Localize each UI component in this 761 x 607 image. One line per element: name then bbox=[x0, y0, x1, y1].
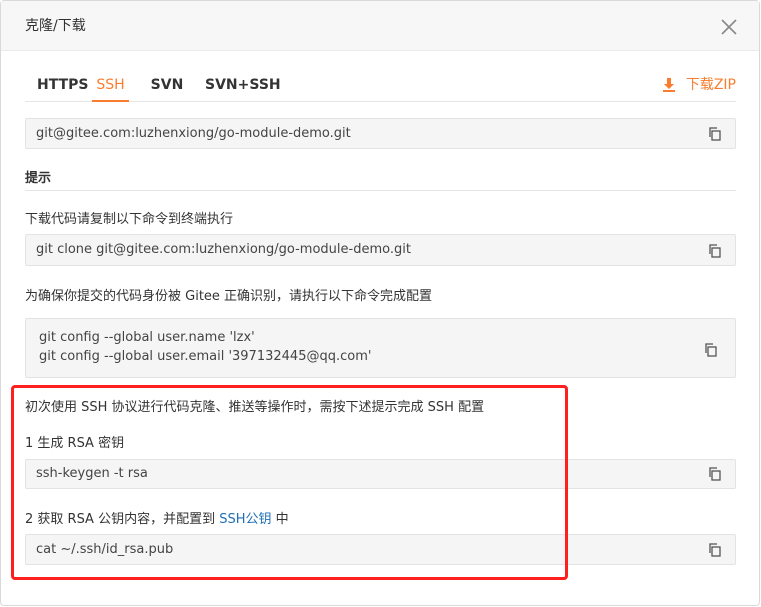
tab-ssh[interactable]: SSH bbox=[92, 71, 129, 102]
step2-label: 2 获取 RSA 公钥内容，并配置到 SSH公钥 中 bbox=[25, 508, 289, 527]
config-line-1: git config --global user.name 'lzx' bbox=[39, 330, 255, 345]
step2-label-suffix: 中 bbox=[275, 512, 289, 527]
tab-https[interactable]: HTTPS bbox=[37, 71, 88, 100]
copy-icon[interactable] bbox=[703, 342, 719, 358]
copy-icon[interactable] bbox=[707, 542, 723, 558]
keygen-command-text: ssh-keygen -t rsa bbox=[36, 466, 148, 481]
copy-icon[interactable] bbox=[707, 126, 723, 142]
clone-command-text: git clone git@gitee.com:luzhenxiong/go-m… bbox=[36, 242, 411, 257]
tab-svn[interactable]: SVN bbox=[150, 71, 184, 100]
dialog-title: 克隆/下载 bbox=[25, 18, 86, 34]
copy-icon[interactable] bbox=[707, 243, 723, 259]
clone-hint: 下载代码请复制以下命令到终端执行 bbox=[25, 212, 234, 227]
pubkey-command-text: cat ~/.ssh/id_rsa.pub bbox=[36, 542, 174, 557]
config-command-field[interactable]: git config --global user.name 'lzx' git … bbox=[25, 318, 736, 378]
step1-label: 1 生成 RSA 密钥 bbox=[25, 436, 125, 451]
copy-icon[interactable] bbox=[707, 466, 723, 482]
repo-url-text: git@gitee.com:luzhenxiong/go-module-demo… bbox=[36, 126, 351, 141]
ssh-hint: 初次使用 SSH 协议进行代码克隆、推送等操作时，需按下述提示完成 SSH 配置 bbox=[25, 400, 485, 415]
close-icon[interactable] bbox=[720, 18, 738, 36]
dialog-header: 克隆/下载 bbox=[1, 1, 759, 51]
clone-command-field[interactable]: git clone git@gitee.com:luzhenxiong/go-m… bbox=[25, 234, 736, 266]
config-line-2: git config --global user.email '39713244… bbox=[39, 349, 372, 364]
pubkey-command-field[interactable]: cat ~/.ssh/id_rsa.pub bbox=[25, 534, 736, 565]
ssh-key-link[interactable]: SSH公钥 bbox=[219, 512, 271, 527]
protocol-tabs: HTTPS SSH SVN SVN+SSH 下载ZIP bbox=[25, 71, 736, 102]
clone-download-dialog: 克隆/下载 HTTPS SSH SVN SVN+SSH 下载ZIP git@gi… bbox=[0, 0, 760, 606]
download-zip-label: 下载ZIP bbox=[685, 77, 736, 93]
download-icon bbox=[662, 78, 675, 92]
step2-label-prefix: 2 获取 RSA 公钥内容，并配置到 bbox=[25, 512, 216, 527]
tab-svn-ssh[interactable]: SVN+SSH bbox=[205, 71, 281, 100]
repo-url-field[interactable]: git@gitee.com:luzhenxiong/go-module-demo… bbox=[25, 118, 736, 149]
keygen-command-field[interactable]: ssh-keygen -t rsa bbox=[25, 459, 736, 489]
config-hint: 为确保你提交的代码身份被 Gitee 正确识别，请执行以下命令完成配置 bbox=[25, 289, 433, 304]
tips-heading: 提示 bbox=[25, 167, 736, 191]
download-zip-button[interactable]: 下载ZIP bbox=[662, 71, 736, 99]
